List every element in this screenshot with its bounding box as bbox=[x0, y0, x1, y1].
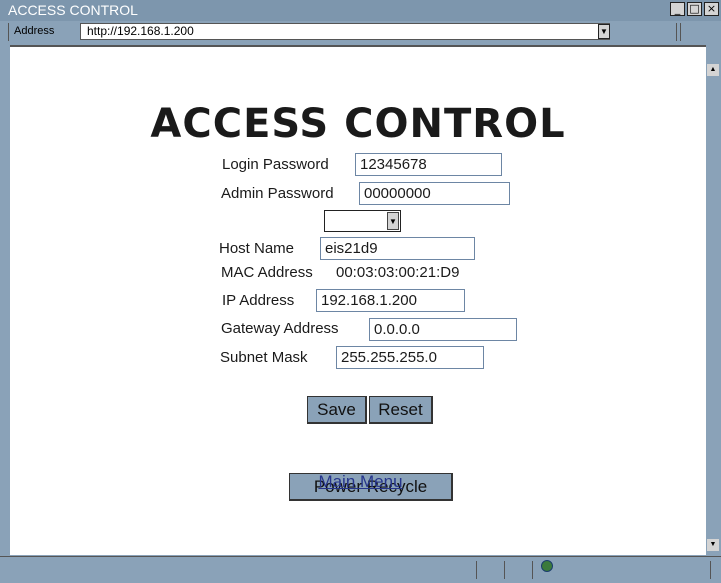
address-label: Address bbox=[14, 25, 55, 37]
ip-address-label: IP Address bbox=[222, 292, 295, 309]
status-separator bbox=[504, 561, 505, 579]
vertical-scrollbar[interactable]: ▲ ▼ bbox=[707, 64, 719, 551]
login-password-label: Login Password bbox=[222, 156, 329, 173]
status-separator bbox=[476, 561, 477, 579]
toolbar-separator bbox=[676, 23, 677, 41]
address-bar: Address http://192.168.1.200 ▼ bbox=[0, 21, 721, 43]
reset-button[interactable]: Reset bbox=[369, 396, 433, 424]
mac-address-label: MAC Address bbox=[221, 264, 313, 281]
window-controls: _ □ × bbox=[670, 2, 719, 16]
title-bar: ACCESS CONTROL _ □ × bbox=[0, 0, 721, 21]
admin-password-label: Admin Password bbox=[221, 185, 334, 202]
minimize-icon[interactable]: _ bbox=[670, 2, 685, 16]
internet-zone-icon bbox=[541, 560, 553, 572]
address-dropdown-icon[interactable]: ▼ bbox=[598, 24, 610, 39]
save-button[interactable]: Save bbox=[307, 396, 367, 424]
option-select[interactable]: ▼ bbox=[324, 210, 401, 232]
status-bar bbox=[0, 556, 721, 583]
subnet-mask-label: Subnet Mask bbox=[220, 349, 308, 366]
scroll-down-icon[interactable]: ▼ bbox=[707, 539, 719, 551]
scroll-up-icon[interactable]: ▲ bbox=[707, 64, 719, 76]
toolbar-grip bbox=[8, 23, 9, 41]
browser-window: ACCESS CONTROL _ □ × Address http://192.… bbox=[0, 0, 721, 583]
ip-address-input[interactable]: 192.168.1.200 bbox=[316, 289, 465, 312]
chevron-down-icon[interactable]: ▼ bbox=[387, 212, 399, 230]
address-input[interactable]: http://192.168.1.200 bbox=[80, 23, 610, 40]
maximize-icon[interactable]: □ bbox=[687, 2, 702, 16]
host-name-label: Host Name bbox=[219, 240, 295, 257]
host-name-input[interactable]: eis21d9 bbox=[320, 237, 475, 260]
gateway-address-input[interactable]: 0.0.0.0 bbox=[369, 318, 517, 341]
subnet-mask-input[interactable]: 255.255.255.0 bbox=[336, 346, 484, 369]
status-separator bbox=[532, 561, 533, 579]
toolbar-separator bbox=[680, 23, 681, 41]
admin-password-input[interactable]: 00000000 bbox=[359, 182, 510, 205]
mac-address-value: 00:03:03:00:21:D9 bbox=[336, 264, 460, 281]
close-icon[interactable]: × bbox=[704, 2, 719, 16]
login-password-input[interactable]: 12345678 bbox=[355, 153, 502, 176]
main-menu-link[interactable]: Main Menu bbox=[0, 472, 721, 492]
page-title: ACCESS CONTROL bbox=[150, 101, 566, 147]
gateway-address-label: Gateway Address bbox=[221, 320, 339, 337]
window-title: ACCESS CONTROL bbox=[8, 2, 138, 18]
status-separator bbox=[710, 561, 711, 579]
